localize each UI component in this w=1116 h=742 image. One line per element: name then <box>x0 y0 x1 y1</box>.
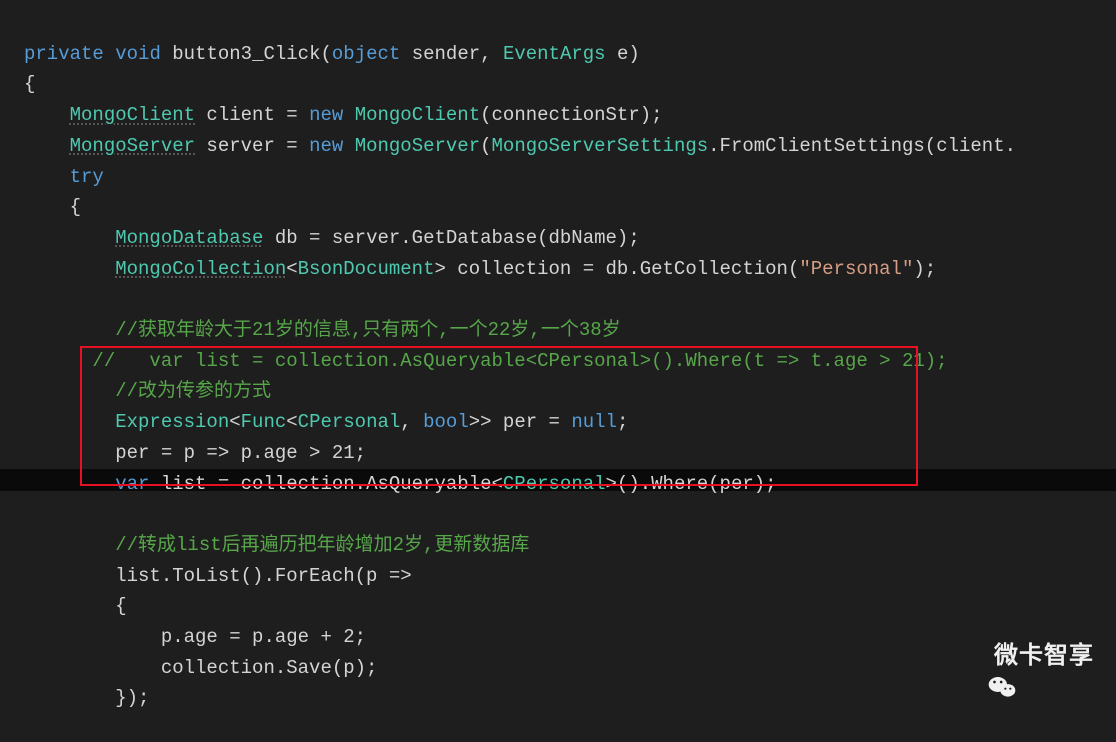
code-line <box>24 288 35 310</box>
code-line: var list = collection.AsQueryable<CPerso… <box>24 473 777 495</box>
watermark-text: 微卡智享 <box>994 641 1094 672</box>
code-line: collection.Save(p); <box>24 657 377 679</box>
code-line <box>24 503 35 525</box>
code-line: //获取年龄大于21岁的信息,只有两个,一个22岁,一个38岁 <box>24 319 621 341</box>
code-line: // var list = collection.AsQueryable<CPe… <box>24 350 948 372</box>
code-line: //改为传参的方式 <box>24 380 271 402</box>
code-line: MongoDatabase db = server.GetDatabase(db… <box>24 227 640 249</box>
code-line: MongoServer server = new MongoServer(Mon… <box>24 135 1016 157</box>
code-line: try <box>24 166 104 188</box>
code-line: { <box>24 73 35 95</box>
code-editor[interactable]: private void button3_Click(object sender… <box>0 0 1116 704</box>
code-line: private void button3_Click(object sender… <box>24 43 640 65</box>
code-line: p.age = p.age + 2; <box>24 626 366 648</box>
watermark: 微卡智享 <box>956 641 1094 672</box>
wechat-icon <box>956 642 986 672</box>
code-line: { <box>24 196 81 218</box>
code-line: Expression<Func<CPersonal, bool>> per = … <box>24 411 628 433</box>
code-line: MongoClient client = new MongoClient(con… <box>24 104 663 126</box>
code-line: }); <box>24 687 161 709</box>
code-line: //转成list后再遍历把年龄增加2岁,更新数据库 <box>24 534 529 556</box>
code-line: { <box>24 595 127 617</box>
code-line: list.ToList().ForEach(p => <box>24 565 412 587</box>
code-line: per = p => p.age > 21; <box>24 442 366 464</box>
code-line: MongoCollection<BsonDocument> collection… <box>24 258 936 280</box>
